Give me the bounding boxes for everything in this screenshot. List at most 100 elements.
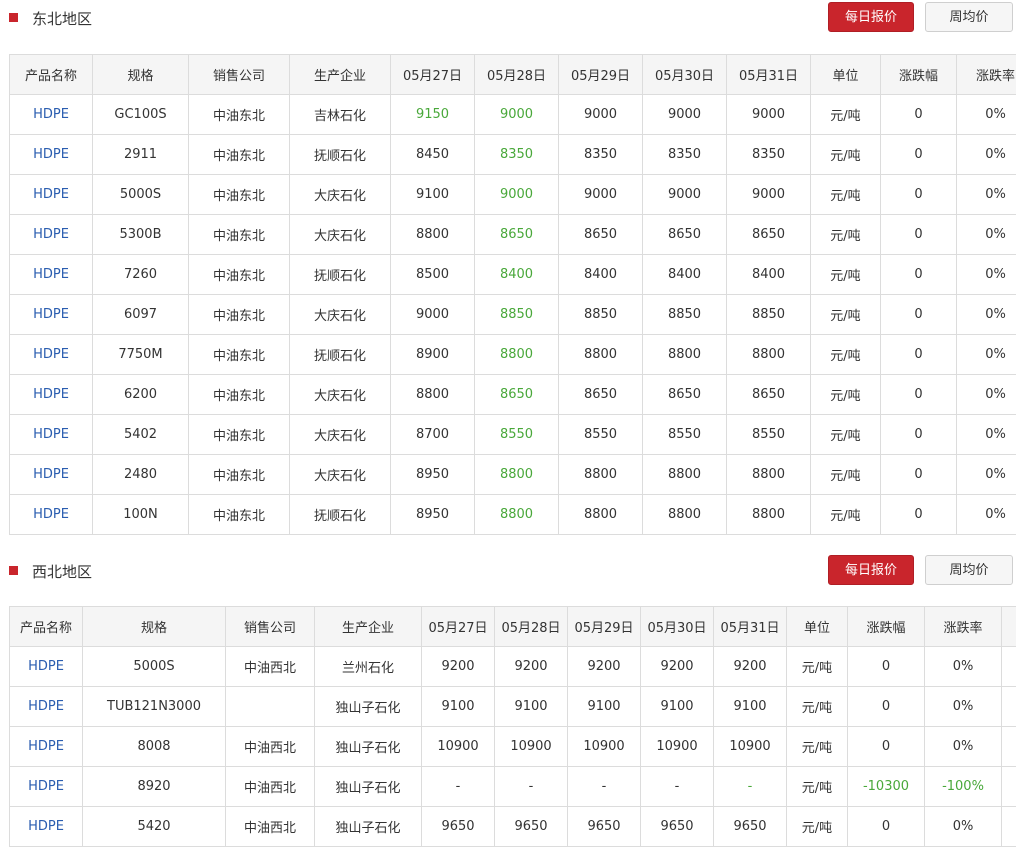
price-cell: 9000 (474, 174, 559, 215)
product-name-link[interactable]: HDPE (9, 174, 93, 215)
unit-cell: 元/吨 (810, 414, 881, 455)
price-cell: 8800 (474, 494, 559, 535)
producer-cell: 大庆石化 (289, 214, 391, 255)
unit-cell: 元/吨 (810, 134, 881, 175)
change-rate-cell: 0% (956, 214, 1016, 255)
daily-price-button[interactable]: 每日报价 (828, 2, 914, 32)
product-name-link[interactable]: HDPE (9, 254, 93, 295)
seller-cell: 中油东北 (188, 94, 290, 135)
producer-cell: 独山子石化 (314, 766, 422, 807)
seller-cell: 中油西北 (225, 646, 315, 687)
price-cell: 8950 (390, 454, 475, 495)
unit-cell: 元/吨 (810, 454, 881, 495)
product-name-link[interactable]: HDPE (9, 414, 93, 455)
price-cell: 9000 (642, 94, 727, 135)
price-cell: 10900 (713, 726, 787, 767)
price-cell: 10900 (421, 726, 495, 767)
unit-cell: 元/吨 (810, 214, 881, 255)
price-cell: 8550 (726, 414, 811, 455)
price-cell: 10900 (494, 726, 568, 767)
price-cell: 9000 (390, 294, 475, 335)
unit-cell: 元/吨 (786, 646, 848, 687)
price-cell: 8650 (726, 374, 811, 415)
price-cell: 9100 (567, 686, 641, 727)
producer-cell: 抚顺石化 (289, 494, 391, 535)
table-row: HDPE 7750M 中油东北 抚顺石化 8900 8800 8800 8800 8800 元/吨… (9, 334, 1016, 375)
producer-cell: 抚顺石化 (289, 334, 391, 375)
change-cell: 0 (847, 686, 925, 727)
change-rate-cell: -100% (924, 766, 1002, 807)
price-cell: 8850 (558, 294, 643, 335)
table-row: HDPE 8920 中油西北 独山子石化 - - - - - 元/吨 -10300 -100% (9, 766, 1016, 807)
change-cell: 0 (880, 254, 957, 295)
spec-cell: 5300B (92, 214, 189, 255)
price-cell: 9100 (390, 174, 475, 215)
product-name-link[interactable]: HDPE (9, 766, 83, 807)
weekly-average-button[interactable]: 周均价 (925, 555, 1013, 585)
column-header: 生产企业 (289, 54, 391, 95)
seller-cell: 中油东北 (188, 494, 290, 535)
column-header: 生产企业 (314, 606, 422, 647)
change-rate-cell: 0% (956, 254, 1016, 295)
price-cell: 8450 (390, 134, 475, 175)
table-row: HDPE 2480 中油东北 大庆石化 8950 8800 8800 8800 8800 元/吨 0… (9, 454, 1016, 495)
price-cell: 8550 (642, 414, 727, 455)
column-header: 单位 (810, 54, 881, 95)
column-header-extra (1001, 606, 1016, 647)
change-cell: 0 (847, 806, 925, 847)
price-cell: 8350 (474, 134, 559, 175)
spec-cell: 5000S (92, 174, 189, 215)
spec-cell: TUB121N3000 (82, 686, 226, 727)
price-cell: 8800 (726, 494, 811, 535)
product-name-link[interactable]: HDPE (9, 726, 83, 767)
change-cell: 0 (880, 174, 957, 215)
change-cell: 0 (880, 494, 957, 535)
extra-cell (1001, 726, 1016, 767)
seller-cell: 中油东北 (188, 254, 290, 295)
product-name-link[interactable]: HDPE (9, 214, 93, 255)
seller-cell: 中油西北 (225, 806, 315, 847)
unit-cell: 元/吨 (786, 686, 848, 727)
price-cell: 10900 (640, 726, 714, 767)
section-marker-icon (9, 13, 18, 22)
product-name-link[interactable]: HDPE (9, 134, 93, 175)
product-name-link[interactable]: HDPE (9, 334, 93, 375)
unit-cell: 元/吨 (810, 94, 881, 135)
unit-cell: 元/吨 (810, 374, 881, 415)
column-header: 05月28日 (494, 606, 568, 647)
producer-cell: 大庆石化 (289, 454, 391, 495)
product-name-link[interactable]: HDPE (9, 494, 93, 535)
product-name-link[interactable]: HDPE (9, 454, 93, 495)
extra-cell (1001, 686, 1016, 727)
price-cell: 9650 (640, 806, 714, 847)
unit-cell: 元/吨 (810, 294, 881, 335)
product-name-link[interactable]: HDPE (9, 94, 93, 135)
seller-cell (225, 686, 315, 727)
product-name-link[interactable]: HDPE (9, 294, 93, 335)
product-name-link[interactable]: HDPE (9, 686, 83, 727)
table-row: HDPE GC100S 中油东北 吉林石化 9150 9000 9000 9000 9000 元/… (9, 94, 1016, 135)
seller-cell: 中油东北 (188, 294, 290, 335)
price-cell: 8800 (558, 334, 643, 375)
column-header: 05月27日 (421, 606, 495, 647)
section-header: 西北地区 每日报价 周均价 (0, 553, 1016, 593)
price-cell: 9200 (421, 646, 495, 687)
price-cell: 8650 (474, 214, 559, 255)
price-cell: 8800 (642, 454, 727, 495)
extra-cell (1001, 766, 1016, 807)
weekly-average-button[interactable]: 周均价 (925, 2, 1013, 32)
daily-price-button[interactable]: 每日报价 (828, 555, 914, 585)
seller-cell: 中油东北 (188, 174, 290, 215)
change-rate-cell: 0% (956, 454, 1016, 495)
column-header: 涨跌率 (956, 54, 1016, 95)
price-cell: 8800 (474, 334, 559, 375)
product-name-link[interactable]: HDPE (9, 806, 83, 847)
column-header: 05月27日 (390, 54, 475, 95)
product-name-link[interactable]: HDPE (9, 646, 83, 687)
change-cell: 0 (880, 294, 957, 335)
spec-cell: 7260 (92, 254, 189, 295)
product-name-link[interactable]: HDPE (9, 374, 93, 415)
price-cell: 9650 (494, 806, 568, 847)
spec-cell: 5402 (92, 414, 189, 455)
price-cell: 9100 (713, 686, 787, 727)
